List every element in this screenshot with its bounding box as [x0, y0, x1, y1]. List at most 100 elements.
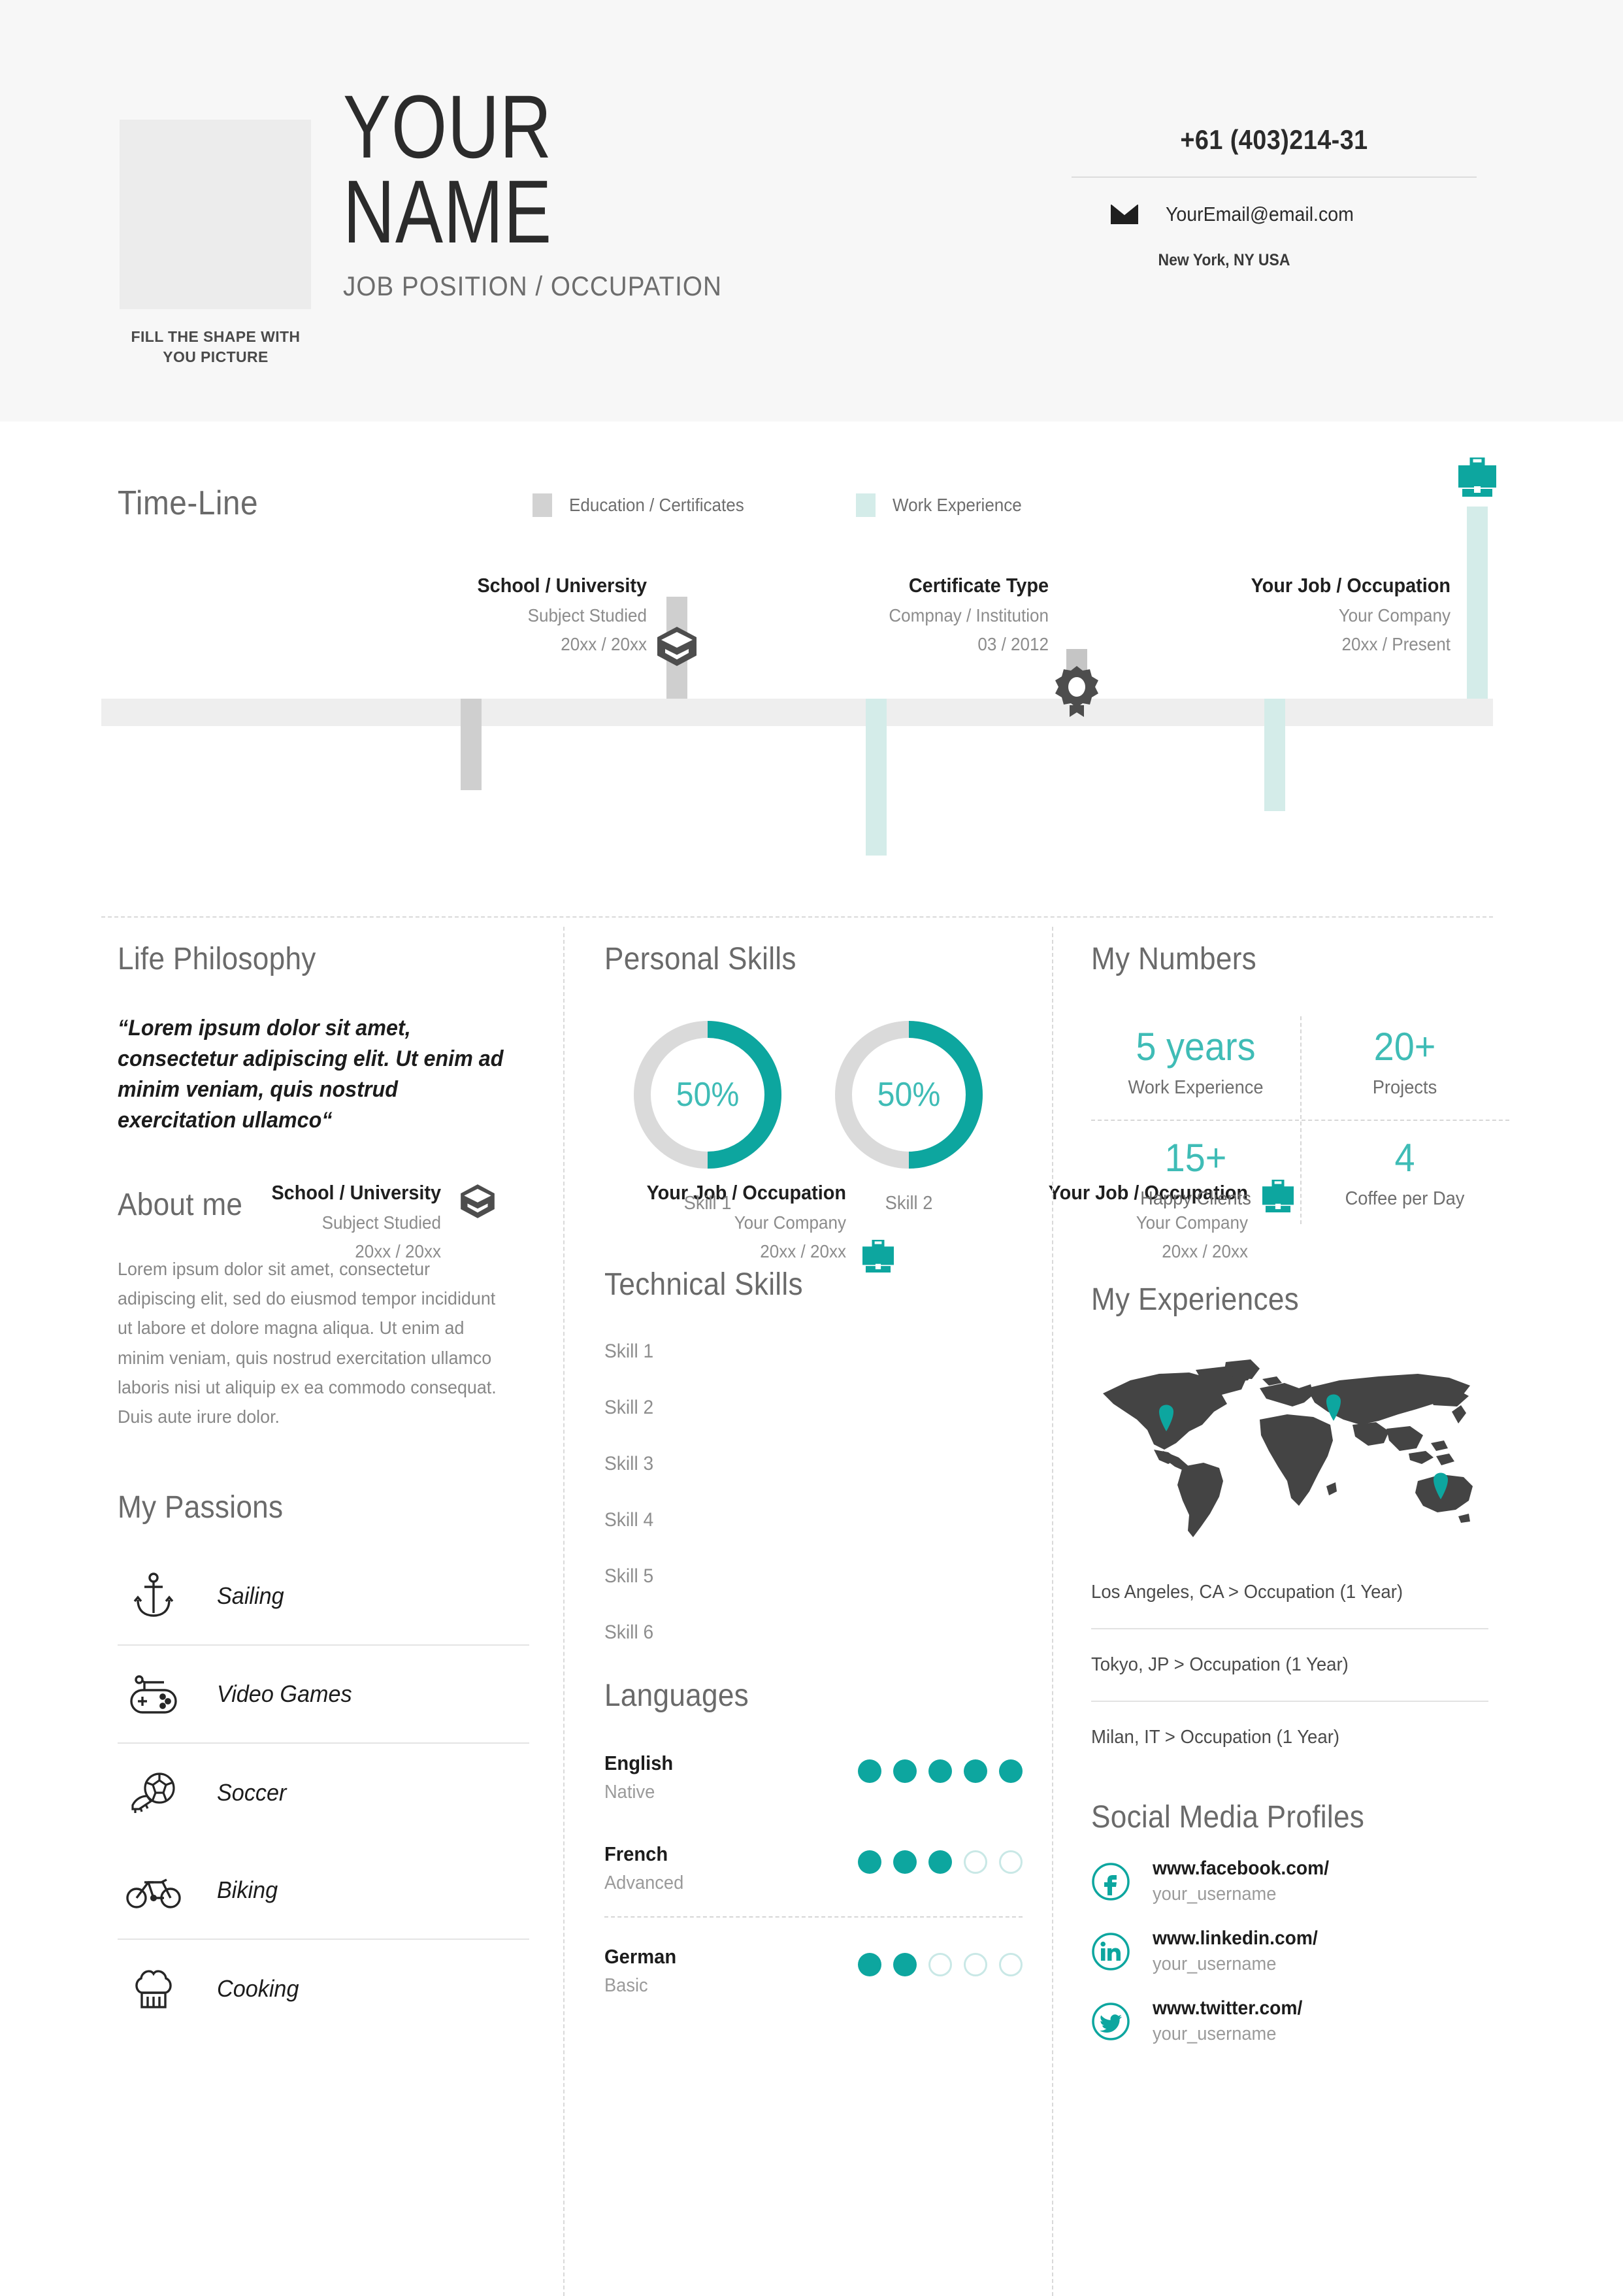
briefcase-icon — [1458, 456, 1496, 501]
timeline-item-sub: Your Company — [1338, 605, 1451, 625]
list-item[interactable]: Biking — [118, 1842, 529, 1940]
middle-column: Personal Skills 50% Skill 1 50% Skill 2 … — [604, 941, 1023, 2015]
resume-page: FILL THE SHAPE WITH YOU PICTURE YOUR NAM… — [0, 0, 1623, 2296]
timeline-item-date: 20xx / Present — [1341, 634, 1451, 654]
donut-skill-1: 50% Skill 1 — [629, 1016, 786, 1214]
rating-dot-empty — [928, 1953, 952, 1976]
photo-caption-line1: FILL THE SHAPE WITH — [131, 328, 301, 345]
timeline-title: Time-Line — [118, 484, 259, 522]
timeline-item-above-1: Certificate Type Compnay / Institution 0… — [774, 574, 1049, 655]
donut-percent: 50% — [877, 1076, 941, 1114]
name-block: YOUR NAME JOB POSITION / OCCUPATION — [343, 77, 755, 302]
language-level: Basic — [604, 1975, 648, 1996]
chef-hat-icon — [118, 1967, 189, 2011]
list-item: Skill 2 — [604, 1397, 654, 1418]
job-title: JOB POSITION / OCCUPATION — [343, 271, 722, 302]
language-level: Advanced — [604, 1872, 684, 1893]
linkedin-icon — [1091, 1932, 1130, 1971]
email-text: YourEmail@email.com — [1166, 203, 1354, 225]
list-item: Skill 5 — [604, 1565, 654, 1587]
facebook-icon — [1091, 1862, 1130, 1901]
rating-dot-filled — [858, 1759, 881, 1783]
legend-education: Education / Certificates — [533, 493, 757, 517]
timeline-bar-edu-3 — [461, 699, 482, 790]
list-item-label: Video Games — [217, 1680, 352, 1707]
social-text: www.linkedin.com/ your_username — [1153, 1927, 1328, 1975]
list-item[interactable]: Cooking — [118, 1940, 529, 2038]
social-url: www.facebook.com/ — [1153, 1857, 1330, 1879]
about-me-text: Lorem ipsum dolor sit amet, consectetur … — [118, 1258, 497, 1427]
photo-caption-line2: YOU PICTURE — [163, 348, 269, 366]
list-item-label: Soccer — [217, 1778, 287, 1806]
rating-dot-empty — [999, 1953, 1023, 1976]
list-item: Skill 3 — [604, 1453, 654, 1474]
stat-label: Work Experience — [1128, 1077, 1264, 1098]
list-item-label: Biking — [217, 1876, 278, 1903]
certificate-badge-icon — [1053, 665, 1100, 722]
photo-placeholder[interactable] — [120, 120, 311, 309]
list-item[interactable]: Video Games — [118, 1646, 529, 1744]
legend-label-work: Work Experience — [893, 495, 1022, 515]
list-item-label: Cooking — [217, 1974, 299, 2002]
timeline-bar-work-2 — [866, 699, 887, 856]
stat-label: Happy Clients — [1140, 1188, 1251, 1209]
donut-label: Skill 2 — [885, 1193, 933, 1214]
left-column: Life Philosophy “Lorem ipsum dolor sit a… — [118, 941, 529, 2038]
list-item: Tokyo, JP > Occupation (1 Year) — [1091, 1629, 1488, 1702]
life-philosophy-quote: “Lorem ipsum dolor sit amet, consectetur… — [118, 1016, 504, 1133]
donut-chart: 50% — [629, 1016, 786, 1173]
column-divider-left — [563, 927, 565, 2296]
legend-label-education: Education / Certificates — [569, 495, 744, 515]
list-item: Skill 1 — [604, 1340, 654, 1362]
gamepad-icon — [118, 1673, 189, 1715]
email-row[interactable]: YourEmail@email.com — [1072, 203, 1477, 226]
contact-block: +61 (403)214-31 YourEmail@email.com New … — [1072, 124, 1477, 270]
header: FILL THE SHAPE WITH YOU PICTURE YOUR NAM… — [0, 0, 1623, 422]
social-text: www.twitter.com/ your_username — [1153, 1997, 1312, 2045]
stat-label: Coffee per Day — [1345, 1188, 1465, 1209]
language-name: French — [604, 1842, 668, 1865]
legend-work: Work Experience — [856, 493, 1032, 517]
social-row-facebook[interactable]: www.facebook.com/ your_username — [1091, 1857, 1509, 1905]
rating-dot-filled — [893, 1850, 917, 1874]
stat-cell: 15+ Happy Clients — [1091, 1121, 1300, 1231]
languages-title: Languages — [604, 1678, 749, 1713]
column-divider-right — [1052, 927, 1053, 2296]
rating-dot-filled — [928, 1850, 952, 1874]
contact-divider — [1072, 176, 1477, 178]
rating-dot-empty — [964, 1850, 987, 1874]
personal-skills-title: Personal Skills — [604, 942, 796, 976]
stat-label: Projects — [1372, 1077, 1437, 1098]
technical-skills-list: Skill 1 Skill 2 Skill 3 Skill 4 Skill 5 … — [604, 1340, 1023, 1644]
stat-value: 20+ — [1373, 1025, 1436, 1069]
right-column: My Numbers 5 years Work Experience 20+ P… — [1091, 941, 1509, 2045]
personal-skills-donuts: 50% Skill 1 50% Skill 2 — [604, 1016, 1023, 1214]
language-rating — [858, 1850, 1023, 1874]
timeline-bar-work-3 — [1264, 699, 1285, 811]
timeline-item-sub: Compnay / Institution — [889, 605, 1049, 625]
rating-dot-filled — [928, 1759, 952, 1783]
language-name: English — [604, 1752, 674, 1774]
list-item[interactable]: Soccer — [118, 1744, 529, 1842]
rating-dot-filled — [893, 1759, 917, 1783]
photo-caption: FILL THE SHAPE WITH YOU PICTURE — [72, 327, 359, 367]
technical-skills-title: Technical Skills — [604, 1267, 803, 1302]
social-row-linkedin[interactable]: www.linkedin.com/ your_username — [1091, 1927, 1509, 1975]
about-me-title: About me — [118, 1187, 243, 1222]
social-row-twitter[interactable]: www.twitter.com/ your_username — [1091, 1997, 1509, 2045]
social-url: www.twitter.com/ — [1153, 1997, 1303, 2019]
stat-value: 4 — [1394, 1136, 1415, 1180]
numbers-vertical-divider — [1300, 1016, 1302, 1224]
timeline-item-heading: Your Job / Occupation — [1251, 574, 1451, 597]
rating-dot-filled — [893, 1953, 917, 1976]
name-line-1: YOUR — [343, 77, 552, 177]
legend-swatch-education — [533, 493, 552, 517]
timeline-item-date: 03 / 2012 — [977, 634, 1049, 654]
list-item[interactable]: Sailing — [118, 1548, 529, 1646]
rating-dot-filled — [858, 1850, 881, 1874]
social-text: www.facebook.com/ your_username — [1153, 1857, 1340, 1905]
name-line-2: NAME — [343, 162, 552, 263]
stat-value: 15+ — [1164, 1136, 1227, 1180]
my-numbers-grid: 5 years Work Experience 20+ Projects 15+… — [1091, 1010, 1509, 1231]
stat-cell: 5 years Work Experience — [1091, 1010, 1300, 1120]
